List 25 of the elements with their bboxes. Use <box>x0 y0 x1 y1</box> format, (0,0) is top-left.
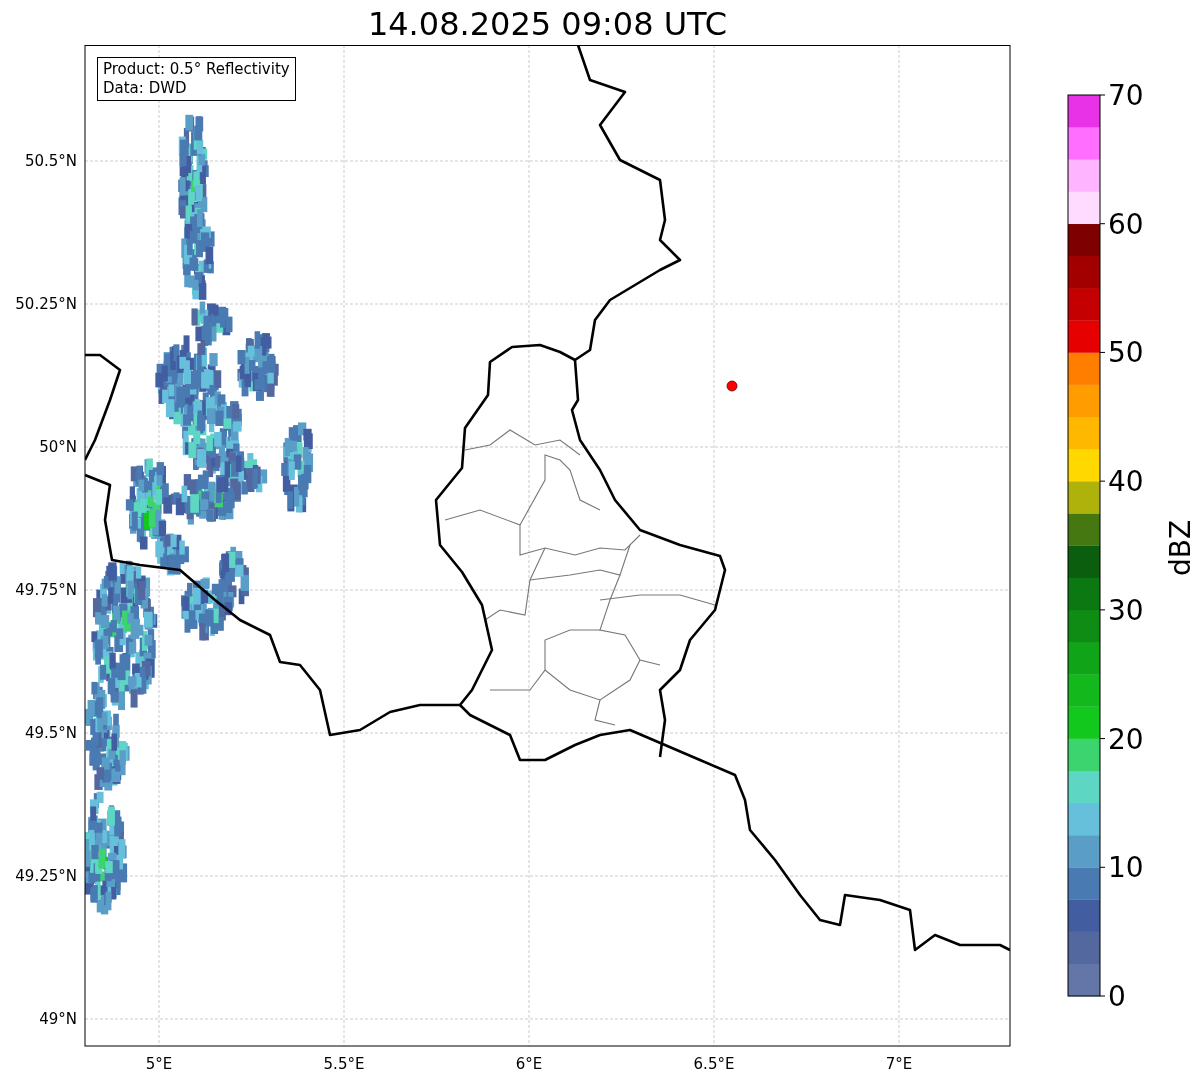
axis-tick-label: 6.5°E <box>693 1055 735 1073</box>
colorbar-tick-label: 10 <box>1108 851 1144 885</box>
colorbar-tick-label: 30 <box>1108 593 1144 627</box>
axis-tick-label: 50.5°N <box>24 152 77 170</box>
colorbar-tick-label: 60 <box>1108 207 1144 241</box>
axis-tick-label: 49.5°N <box>24 724 77 742</box>
axis-tick-label: 49°N <box>39 1010 77 1028</box>
chart-title: 14.08.2025 09:08 UTC <box>366 4 729 45</box>
info-text: Product: 0.5° Reflectivity <box>103 60 290 79</box>
axis-tick-label: 6°E <box>515 1055 543 1073</box>
location-marker-icon <box>726 380 738 392</box>
axis-tick-label: 5°E <box>145 1055 173 1073</box>
axis-tick-label: 50.25°N <box>15 295 77 313</box>
axis-tick-label: 49.75°N <box>15 581 77 599</box>
info-text: Data: DWD <box>103 79 188 98</box>
colorbar-tick-label: 0 <box>1108 980 1126 1013</box>
colorbar-tick-label: 50 <box>1108 336 1144 370</box>
colorbar-tick-label: 20 <box>1108 722 1144 756</box>
axis-tick-label: 50°N <box>39 438 77 456</box>
axis-tick-label: 7°E <box>885 1055 913 1073</box>
colorbar-tick-label: 70 <box>1108 79 1144 112</box>
colorbar-tick-label: 40 <box>1108 465 1144 499</box>
axis-tick-label: 49.25°N <box>15 867 77 885</box>
axis-tick-label: 5.5°E <box>323 1055 365 1073</box>
colorbar-label: dBZ <box>1164 519 1197 577</box>
